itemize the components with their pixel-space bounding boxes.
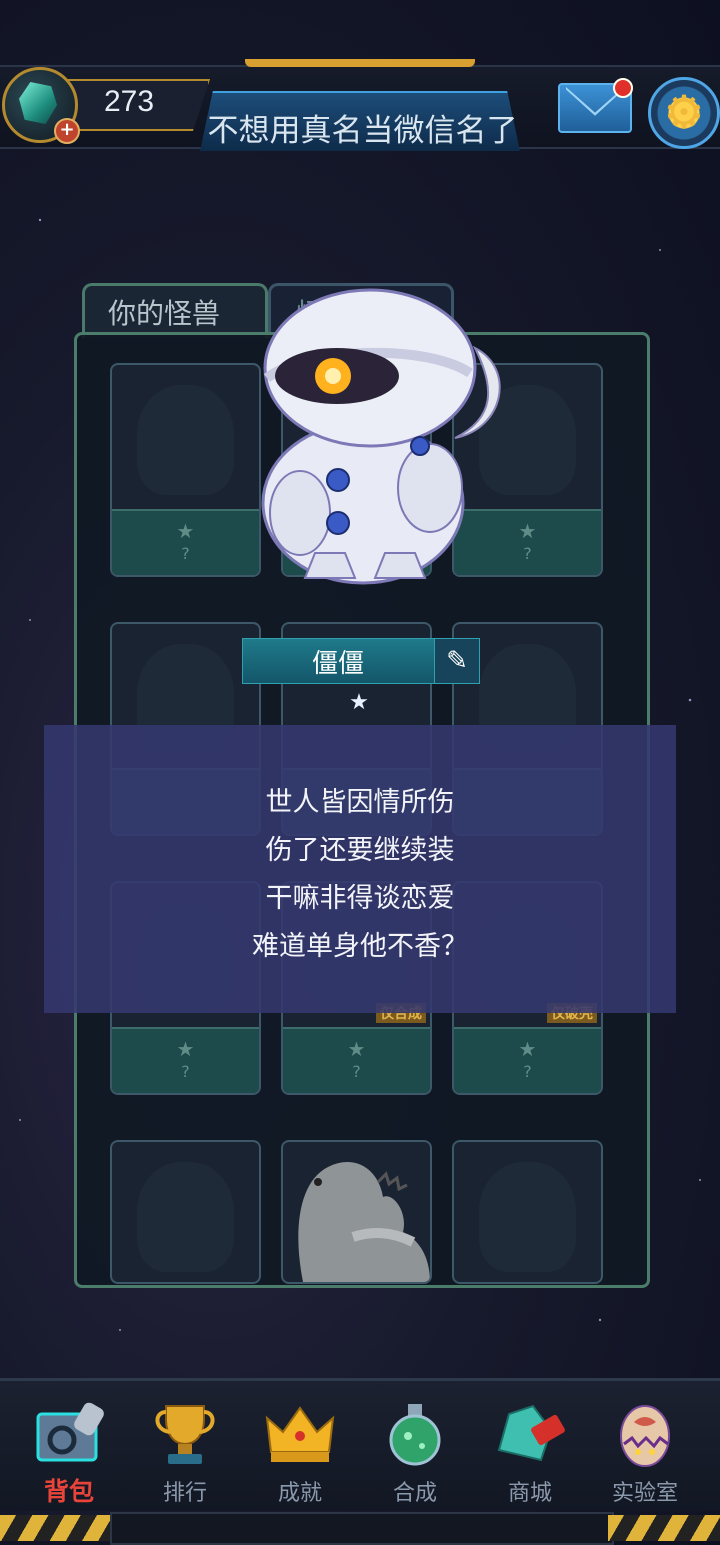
poem-overlay[interactable]	[44, 725, 676, 1013]
nav-fusion[interactable]: 合成	[360, 1392, 470, 1507]
star-icon: ★	[518, 1037, 537, 1061]
bottom-status-bar	[110, 1512, 614, 1545]
nav-backpack-label: 背包	[43, 1477, 94, 1506]
player-name: 不想用真名当微信名了	[207, 113, 518, 149]
top-accent-strip	[245, 59, 475, 67]
nav-achievements-label: 成就	[277, 1481, 322, 1506]
nav-ranking[interactable]: 排行	[130, 1392, 240, 1507]
poem-line: 世人皆因情所伤	[265, 787, 455, 818]
unknown-label: ?	[181, 1062, 190, 1081]
dinosaur-monster-icon	[298, 1161, 430, 1282]
unknown-label: ?	[181, 544, 190, 563]
shop-sale-icon	[497, 1404, 565, 1462]
star-icon: ★	[176, 519, 195, 543]
nav-fusion-label: 合成	[392, 1481, 437, 1506]
poem-line: 难道单身他不香？	[252, 931, 468, 962]
star-icon: ★	[176, 1037, 195, 1061]
mail-notification-badge	[613, 78, 633, 98]
settings-gear-icon[interactable]	[648, 77, 720, 149]
top-bar: 273 + 不想用真名当微信名了	[0, 55, 720, 155]
poem-line: 伤了还要继续装	[265, 835, 455, 866]
mummy-monster-icon	[261, 288, 501, 585]
nav-achievements[interactable]: 成就	[245, 1392, 355, 1507]
hazard-stripes-right	[608, 1515, 720, 1541]
monster-silhouette	[137, 1162, 234, 1272]
unknown-label: ?	[352, 1062, 361, 1081]
nav-shop[interactable]: 商城	[475, 1392, 585, 1507]
monster-star-rating: ★	[349, 690, 369, 715]
monster-silhouette	[137, 385, 234, 495]
add-gems-icon[interactable]: +	[54, 118, 80, 144]
nav-lab[interactable]: 实验室	[590, 1392, 700, 1507]
monster-silhouette	[479, 1162, 576, 1272]
edit-name-button[interactable]: ✎	[434, 638, 480, 684]
nav-backpack[interactable]: 背包	[14, 1392, 124, 1507]
poem-line: 干嘛非得谈恋爱	[265, 883, 455, 914]
backpack-icon	[36, 1402, 104, 1462]
gem-count: 273	[104, 85, 155, 118]
trophy-icon	[155, 1405, 215, 1464]
pencil-icon: ✎	[446, 646, 468, 676]
gem-icon	[19, 82, 57, 124]
hazard-stripes-left	[0, 1515, 112, 1541]
monster-slot[interactable]	[281, 1140, 432, 1284]
egg-lab-icon	[620, 1405, 670, 1467]
monster-slot[interactable]	[452, 1140, 603, 1284]
star-icon: ★	[347, 1037, 366, 1061]
crown-icon	[265, 1406, 335, 1462]
monster-slot[interactable]: ★ ?	[110, 363, 261, 577]
nav-lab-label: 实验室	[611, 1481, 678, 1506]
tab-your-monsters-label: 你的怪兽	[108, 297, 221, 330]
unknown-label: ?	[523, 1062, 532, 1081]
monster-name: 僵僵	[311, 649, 364, 679]
potion-flask-icon	[389, 1404, 441, 1466]
monster-slot[interactable]	[110, 1140, 261, 1284]
nav-ranking-label: 排行	[162, 1481, 207, 1506]
nav-shop-label: 商城	[507, 1481, 552, 1506]
